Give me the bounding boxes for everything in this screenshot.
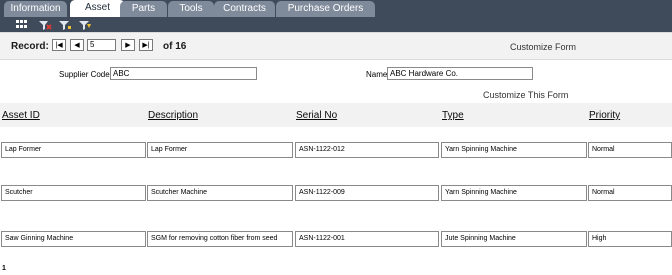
- table-cell-serial-no[interactable]: ASN-1122-009: [295, 185, 439, 201]
- table-cell-asset-id[interactable]: Saw Ginning Machine: [1, 231, 146, 247]
- customize-form-link[interactable]: Customize Form: [510, 42, 576, 52]
- toolbar: [0, 17, 672, 32]
- table-cell-priority[interactable]: High: [588, 231, 672, 247]
- table-cell-description[interactable]: Lap Former: [147, 142, 293, 158]
- tab-bar: Information Asset Parts Tools Contracts …: [0, 0, 672, 17]
- column-header-serial-no[interactable]: Serial No: [296, 110, 337, 121]
- table-cell-type[interactable]: Jute Spinning Machine: [441, 231, 587, 247]
- record-navigation-bar: Record: |◀ ◀ 5 ▶ ▶| of 16 Customize Form: [0, 32, 672, 60]
- last-record-button[interactable]: ▶|: [139, 39, 153, 51]
- tab-asset[interactable]: Asset: [70, 0, 125, 17]
- record-number-input[interactable]: 5: [87, 39, 116, 51]
- table-cell-asset-id[interactable]: Lap Former: [1, 142, 146, 158]
- first-record-button[interactable]: |◀: [52, 39, 66, 51]
- record-label: Record:: [11, 41, 49, 52]
- tab-purchase-orders[interactable]: Purchase Orders: [276, 1, 375, 17]
- table-cell-priority[interactable]: Normal: [588, 142, 672, 158]
- advanced-filter-icon[interactable]: [78, 18, 92, 30]
- table-cell-description[interactable]: Scutcher Machine: [147, 185, 293, 201]
- record-count: of 16: [163, 41, 187, 52]
- column-header-priority[interactable]: Priority: [589, 110, 620, 121]
- column-header-description[interactable]: Description: [148, 110, 198, 121]
- supplier-code-label: Supplier Code: [59, 70, 110, 79]
- clear-filter-icon[interactable]: [38, 18, 52, 30]
- next-record-button[interactable]: ▶: [121, 39, 135, 51]
- table-cell-serial-no[interactable]: ASN-1122-012: [295, 142, 439, 158]
- previous-record-button[interactable]: ◀: [70, 39, 84, 51]
- table-cell-description[interactable]: SGM for removing cotton fiber from seed: [147, 231, 293, 247]
- tab-information[interactable]: Information: [4, 1, 67, 17]
- column-header-type[interactable]: Type: [442, 110, 464, 121]
- supplier-code-field[interactable]: ABC: [110, 67, 257, 80]
- table-cell-type[interactable]: Yarn Spinning Machine: [441, 185, 587, 201]
- tab-tools[interactable]: Tools: [168, 1, 214, 17]
- table-cell-serial-no[interactable]: ASN-1122-001: [295, 231, 439, 247]
- page-number[interactable]: 1: [2, 265, 6, 272]
- filter-icon[interactable]: [58, 18, 72, 30]
- table-cell-type[interactable]: Yarn Spinning Machine: [441, 142, 587, 158]
- tab-contracts[interactable]: Contracts: [214, 1, 275, 17]
- supplier-name-label: Name: [366, 70, 388, 79]
- grid-view-icon[interactable]: [15, 18, 29, 30]
- table-cell-priority[interactable]: Normal: [588, 185, 672, 201]
- column-header-asset-id[interactable]: Asset ID: [2, 110, 40, 121]
- customize-this-form-link[interactable]: Customize This Form: [483, 90, 568, 100]
- supplier-name-field[interactable]: ABC Hardware Co.: [387, 67, 533, 80]
- table-cell-asset-id[interactable]: Scutcher: [1, 185, 146, 201]
- tab-parts[interactable]: Parts: [120, 1, 167, 17]
